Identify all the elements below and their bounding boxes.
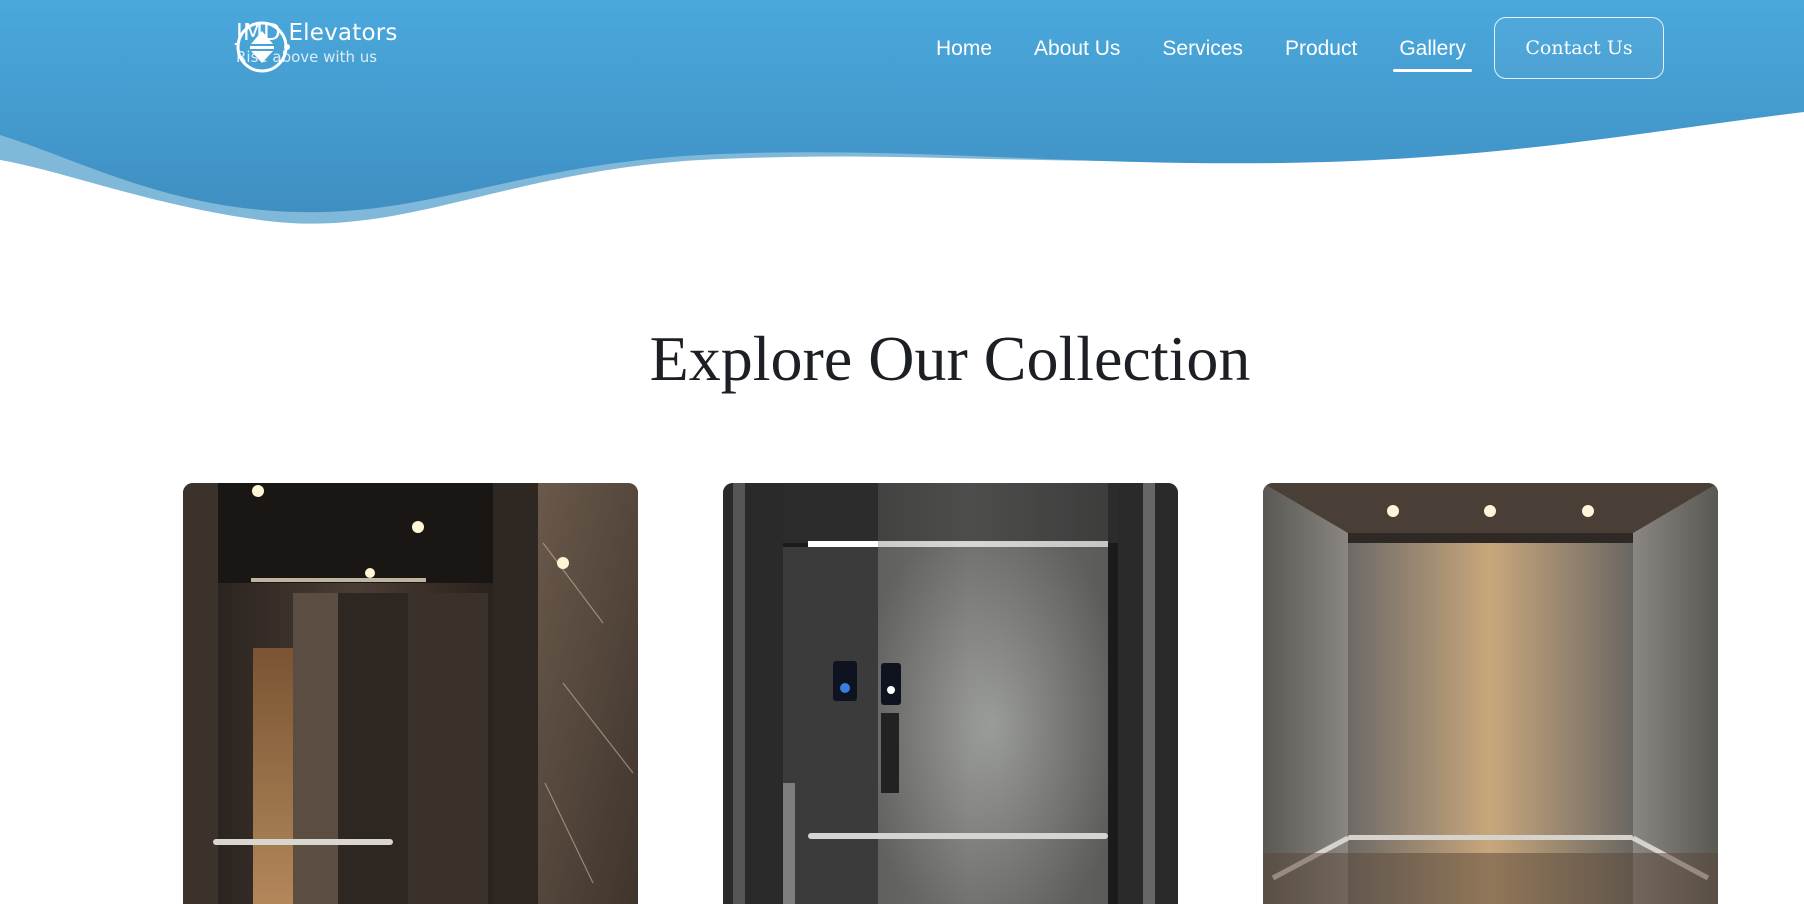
gallery-card-3[interactable] xyxy=(1263,483,1718,904)
nav-item-about-us[interactable]: About Us xyxy=(1028,33,1126,65)
gallery-grid xyxy=(183,483,1718,904)
nav-item-gallery[interactable]: Gallery xyxy=(1393,33,1472,72)
page-title: Explore Our Collection xyxy=(649,323,1251,394)
brand-logo[interactable]: JMD Elevators Rise above with us xyxy=(236,19,398,73)
stainless-steel-elevator-interior-image xyxy=(723,483,1178,904)
elevator-up-down-icon xyxy=(236,21,290,73)
nav-item-product[interactable]: Product xyxy=(1279,33,1363,65)
gallery-card-2[interactable] xyxy=(723,483,1178,904)
warm-brushed-elevator-interior-image xyxy=(1263,483,1718,904)
nav-item-services[interactable]: Services xyxy=(1156,33,1249,65)
dark-bronze-elevator-interior-image xyxy=(183,483,638,904)
nav-item-home[interactable]: Home xyxy=(930,33,998,65)
main-nav: Home About Us Services Product Gallery xyxy=(930,33,1502,72)
contact-us-button[interactable]: Contact Us xyxy=(1494,17,1664,79)
gallery-card-1[interactable] xyxy=(183,483,638,904)
hero-header: JMD Elevators Rise above with us Home Ab… xyxy=(0,0,1804,280)
